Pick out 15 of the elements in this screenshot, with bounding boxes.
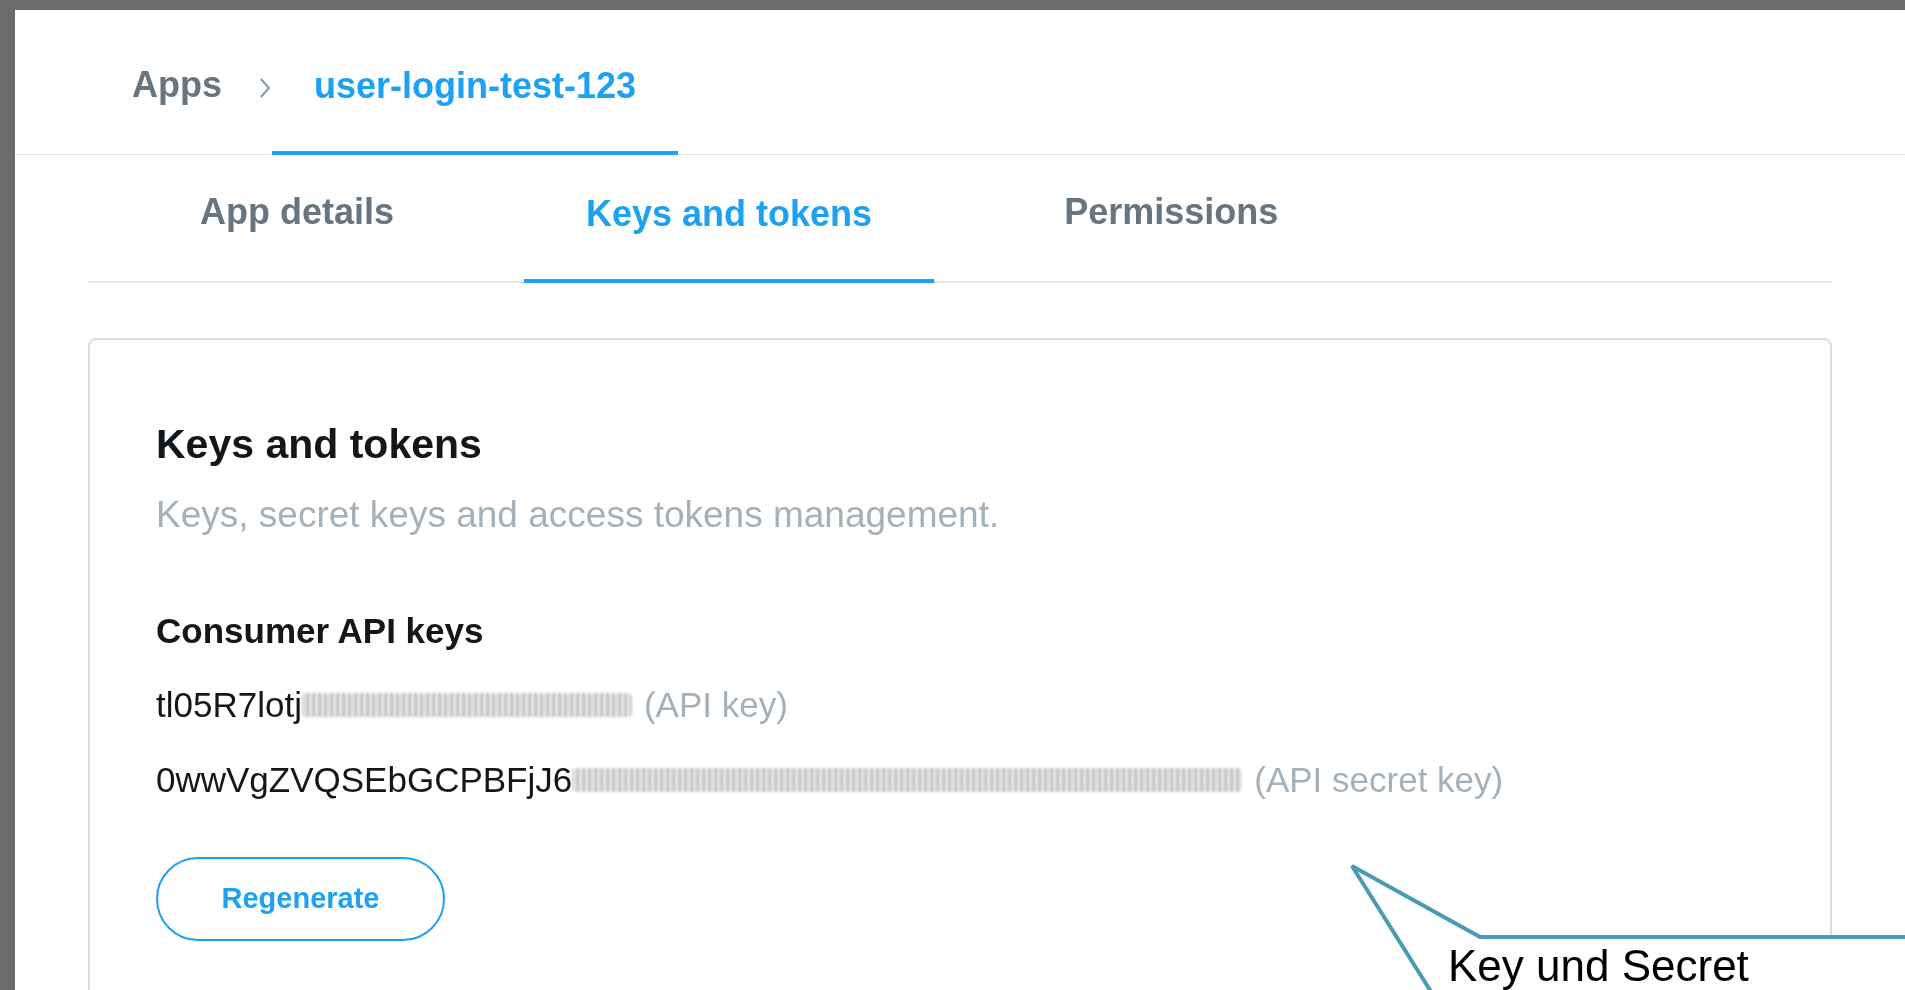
callout-text: Key und Secret [1448, 942, 1749, 990]
card-subtitle: Keys, secret keys and access tokens management. [156, 493, 1001, 537]
tab[interactable]: Permissions [1018, 185, 1325, 281]
card-title: Keys and tokens [156, 420, 483, 468]
tab[interactable]: App details [154, 185, 441, 281]
breadcrumb-link[interactable]: Apps [132, 58, 222, 154]
regenerate-button[interactable]: Regenerate [156, 857, 445, 941]
breadcrumb-link[interactable]: user-login-test-123 [272, 59, 679, 155]
key-type-label: (API key) [643, 683, 788, 726]
chevron-right-icon [258, 76, 272, 100]
key-value: tl05R7lotj [156, 683, 302, 726]
key-value: 0wwVgZVQSEbGCPBFjJ6 [156, 758, 573, 801]
key-type-label: (API secret key) [1254, 758, 1504, 801]
tab[interactable]: Keys and tokens [524, 187, 935, 283]
section-title: Consumer API keys [156, 610, 485, 652]
